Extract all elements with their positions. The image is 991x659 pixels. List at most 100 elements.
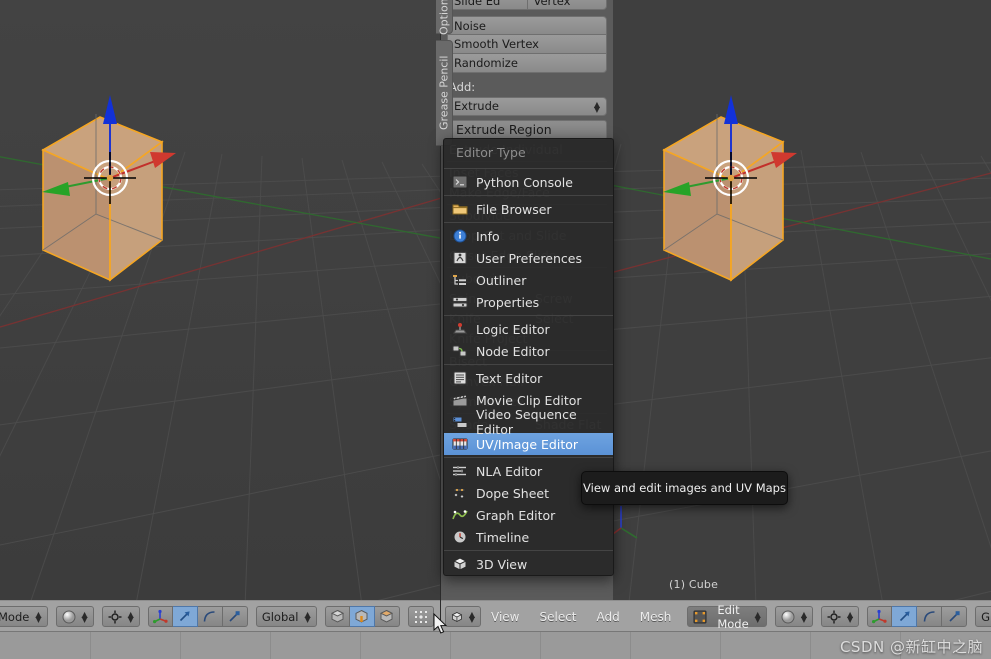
menu-item-label: Python Console (476, 174, 573, 190)
status-tick (540, 632, 541, 659)
add-dropdown-wrap[interactable]: Extrude ▲ ▼ (447, 97, 607, 116)
occlude-geometry-toggle[interactable] (407, 606, 434, 627)
editor-type-menu[interactable]: Editor Type Python Console File Browser … (443, 138, 614, 576)
menu-item-info[interactable]: Info (444, 225, 613, 247)
tab-options[interactable]: Options (436, 0, 453, 36)
chevron-updown-icon: ▲▼ (468, 609, 475, 624)
menu-divider (444, 364, 613, 365)
translate-manipulator-left[interactable] (172, 606, 198, 627)
menu-mesh[interactable]: Mesh (630, 601, 682, 633)
pivot-dropdown-left[interactable]: ▲ ▼ (101, 606, 140, 627)
status-tick (90, 632, 91, 659)
sequencer-icon (452, 416, 468, 428)
edge-select-icon (355, 609, 368, 623)
menu-item-label: 3D View (476, 556, 528, 572)
transform-orientation-left-label: Global (261, 609, 299, 624)
menu-item-graph-editor[interactable]: Graph Editor (444, 504, 613, 526)
menu-item-node-editor[interactable]: Node Editor (444, 340, 613, 362)
editor-type-button[interactable]: ▲ ▼ (445, 606, 481, 627)
extrude-dropdown[interactable]: Extrude ▲ ▼ (447, 97, 607, 116)
menu-view[interactable]: View (481, 601, 529, 633)
chevron-updown-icon: ▲▼ (754, 609, 761, 624)
status-tick (180, 632, 181, 659)
manipulator-toggle-right[interactable] (867, 606, 893, 627)
extrude-dropdown-label: Extrude (454, 99, 499, 113)
chevron-updown-icon: ▲▼ (593, 99, 600, 114)
ghost-extrude-region[interactable]: Extrude Region (447, 120, 607, 140)
translate-icon (899, 611, 910, 622)
randomize-button[interactable]: Randomize (447, 54, 607, 73)
scale-manipulator-right[interactable] (942, 606, 968, 627)
chevron-updown-icon: ▲▼ (81, 609, 88, 624)
rotate-manipulator-right[interactable] (917, 606, 943, 627)
edge-select-mode[interactable] (349, 606, 375, 627)
menu-item-python-console[interactable]: Python Console (444, 171, 613, 193)
manipulator-group-left[interactable] (147, 606, 248, 627)
manipulator-toggle-left[interactable] (147, 606, 173, 627)
slide-edge-vertex-row[interactable]: Slide Ed Vertex (447, 0, 607, 10)
menu-item-user-preferences[interactable]: User Preferences (444, 247, 613, 269)
watermark: CSDN @新缸中之脑 (839, 638, 983, 656)
vertex-select-mode[interactable] (324, 606, 350, 627)
cube-left[interactable] (10, 90, 220, 320)
properties-icon (452, 297, 468, 308)
logic-icon (453, 323, 467, 334)
face-select-mode[interactable] (374, 606, 400, 627)
menu-item-label: User Preferences (476, 250, 582, 266)
menu-item-video-sequence-editor[interactable]: Video Sequence Editor (444, 407, 613, 437)
preferences-icon (453, 252, 467, 264)
cube-mesh-right (662, 95, 797, 282)
tab-grease-pencil-label: Grease Pencil (437, 55, 451, 131)
header-left[interactable]: Mode ▲ ▼ ▲ ▼ ▲ ▼ Global ▲ ▼ (0, 600, 512, 632)
shading-mode-dropdown-left[interactable]: ▲ ▼ (55, 606, 94, 627)
manipulator-group-right[interactable] (867, 606, 968, 627)
menu-item-3d-view[interactable]: 3D View (444, 553, 613, 575)
tab-grease-pencil[interactable]: Grease Pencil (436, 40, 453, 146)
pivot-dropdown-right[interactable]: ▲ ▼ (820, 606, 860, 627)
mode-dropdown-right[interactable]: Edit Mode ▲ ▼ (687, 603, 767, 631)
menu-item-logic-editor[interactable]: Logic Editor (444, 318, 613, 340)
menu-item-properties[interactable]: Properties (444, 291, 613, 313)
transform-orientation-dropdown-right[interactable]: Global ▲▼ (975, 606, 991, 627)
menu-divider (444, 168, 613, 169)
chevron-updown-icon: ▲▼ (127, 609, 134, 624)
shading-sphere-icon (781, 610, 795, 623)
menu-select[interactable]: Select (529, 601, 586, 633)
header-right[interactable]: ▲ ▼ View Select Add Mesh Edit Mode ▲ ▼ ▲ ▼ … (441, 600, 991, 632)
viewport-left[interactable] (0, 0, 440, 600)
chevron-updown-icon: ▲▼ (846, 609, 854, 624)
status-tick (450, 632, 451, 659)
shading-mode-dropdown-right[interactable]: ▲ ▼ (774, 606, 813, 627)
menu-item-label: Dope Sheet (476, 485, 550, 501)
status-tick (630, 632, 631, 659)
tab-options-label: Options (437, 0, 451, 36)
menu-item-label: UV/Image Editor (476, 436, 579, 452)
transform-orientation-dropdown-left[interactable]: Global ▲ ▼ (255, 606, 317, 627)
menu-divider (444, 457, 613, 458)
uvimage-icon (452, 438, 468, 450)
translate-manipulator-right[interactable] (892, 606, 918, 627)
menu-item-text-editor[interactable]: Text Editor (444, 367, 613, 389)
scale-manipulator-left[interactable] (222, 606, 248, 627)
menu-item-timeline[interactable]: Timeline (444, 526, 613, 548)
mesh-tools-group[interactable]: Noise Smooth Vertex Randomize (447, 16, 607, 73)
object-name-label: (1) Cube (669, 578, 719, 591)
menu-item-file-browser[interactable]: File Browser (444, 198, 613, 220)
slide-edge-button[interactable]: Slide Ed (447, 0, 528, 10)
menu-item-outliner[interactable]: Outliner (444, 269, 613, 291)
cube-icon (452, 557, 468, 571)
cube-mesh-left (41, 95, 176, 282)
noise-button[interactable]: Noise (447, 16, 607, 35)
outliner-icon (453, 275, 466, 285)
console-icon (452, 175, 468, 189)
cube-right[interactable] (631, 90, 841, 320)
mode-dropdown-left[interactable]: Mode ▲ ▼ (0, 606, 48, 627)
rotate-manipulator-left[interactable] (197, 606, 223, 627)
select-mode-group[interactable] (324, 606, 400, 627)
rotate-icon (204, 611, 215, 622)
smooth-vertex-button[interactable]: Smooth Vertex (447, 35, 607, 54)
status-bar: CSDN @新缸中之脑 (0, 631, 991, 659)
vertex-button[interactable]: Vertex (527, 0, 607, 10)
menu-add[interactable]: Add (587, 601, 630, 633)
tooltip: View and edit images and UV Maps (581, 471, 788, 505)
